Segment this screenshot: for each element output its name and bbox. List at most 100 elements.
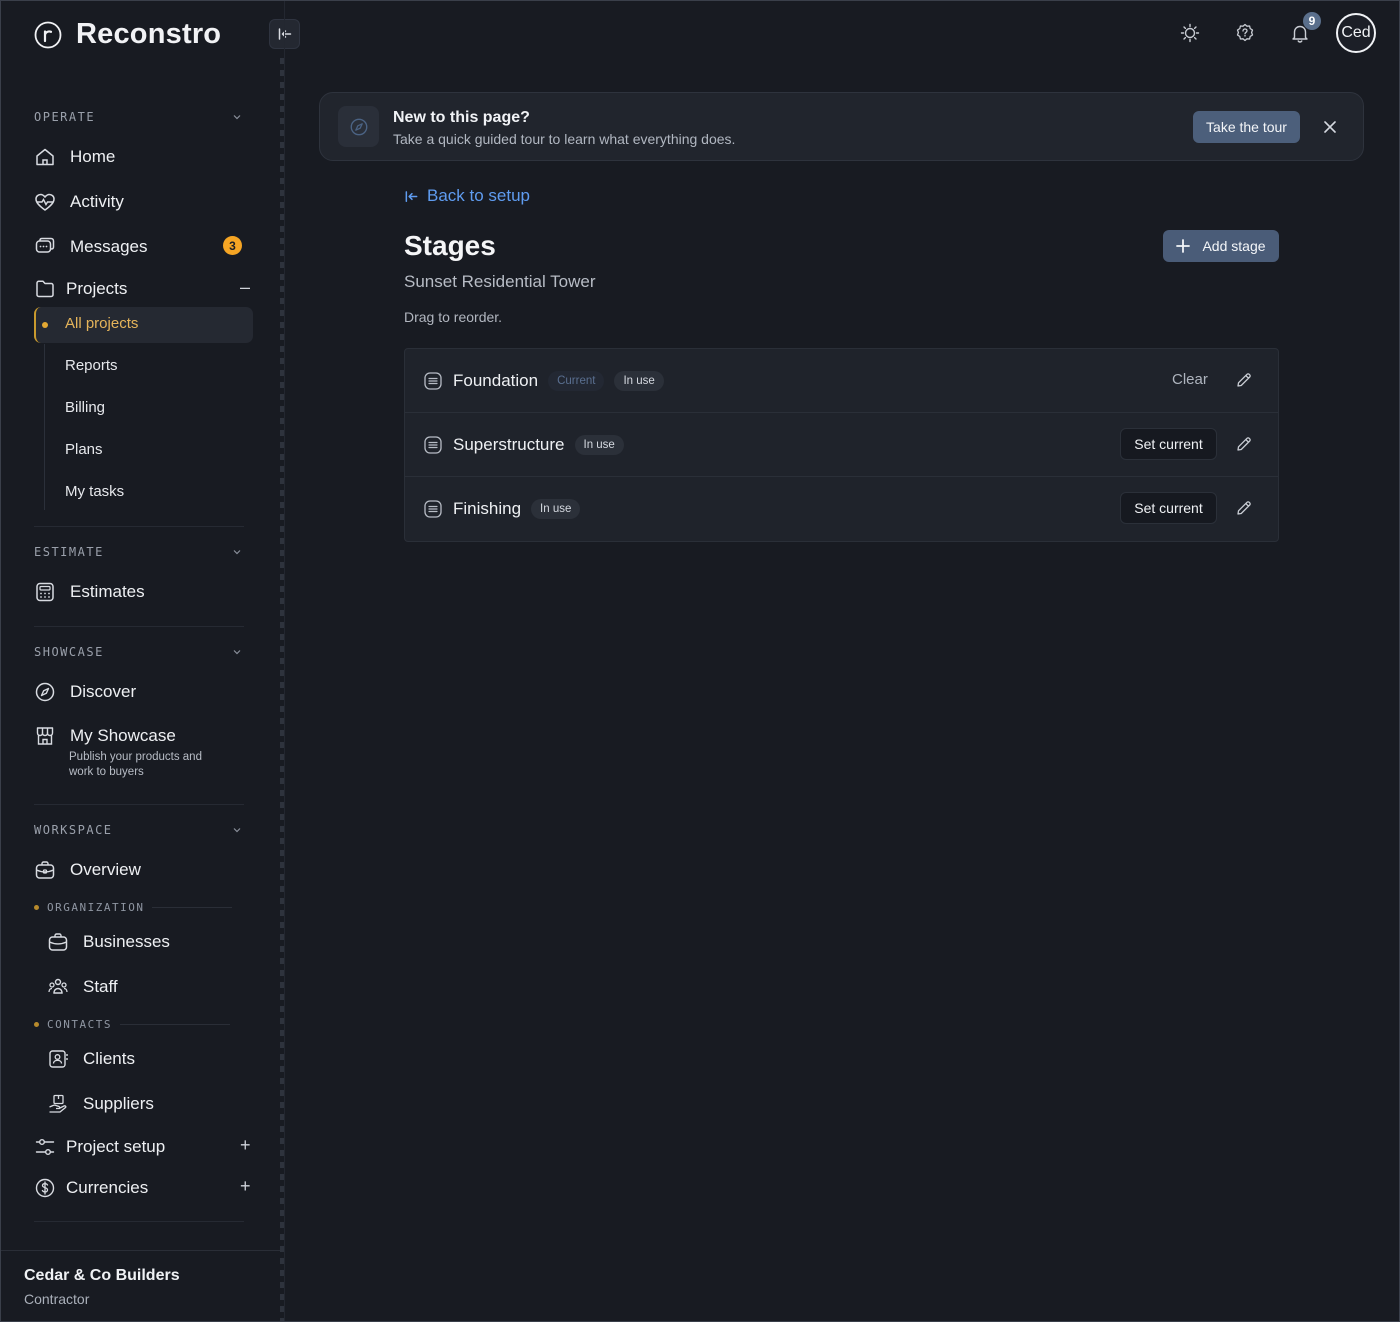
- stage-row[interactable]: Finishing In use Set current: [405, 477, 1278, 541]
- compass-icon: [350, 118, 367, 135]
- nav-all-projects-label[interactable]: All projects: [65, 315, 138, 332]
- group-line: [119, 1024, 230, 1025]
- banner-icon-box: [338, 106, 379, 147]
- my-showcase-description: Publish your products and work to buyers: [69, 751, 202, 778]
- divider: [34, 526, 244, 527]
- nav-my-showcase[interactable]: My Showcase: [34, 725, 176, 747]
- nav-suppliers-label: Suppliers: [83, 1094, 154, 1113]
- set-current-button[interactable]: Set current: [1120, 492, 1217, 524]
- logo-icon: [34, 21, 62, 48]
- group-organization-label: ORGANIZATION: [47, 901, 145, 914]
- nav-my-tasks[interactable]: My tasks: [65, 483, 124, 500]
- nav-businesses[interactable]: Businesses: [47, 931, 170, 953]
- company-name: Cedar & Co Builders: [24, 1267, 180, 1284]
- nav-project-setup[interactable]: Project setup: [34, 1136, 165, 1158]
- nav-discover-label: Discover: [70, 682, 137, 701]
- expand-project-setup-plus-icon[interactable]: +: [240, 1135, 251, 1156]
- nav-billing[interactable]: Billing: [65, 399, 105, 416]
- chevron-down-icon[interactable]: [232, 647, 242, 657]
- section-estimate: ESTIMATE: [34, 545, 104, 559]
- stage-row[interactable]: Foundation Current In use Clear: [405, 349, 1278, 413]
- drag-handle-icon[interactable]: [423, 435, 443, 455]
- sliders-icon: [35, 1139, 55, 1155]
- nav-messages-label: Messages: [70, 237, 148, 256]
- group-contacts: CONTACTS: [34, 1018, 230, 1031]
- nav-project-setup-label: Project setup: [66, 1137, 166, 1156]
- stage-row-left: Finishing In use: [423, 477, 581, 541]
- sidebar: Reconstro OPERATE Home Activity Messages…: [0, 0, 300, 1322]
- in-use-tag: In use: [531, 499, 581, 519]
- chevron-down-icon[interactable]: [232, 825, 242, 835]
- supplier-box-hand-icon: [49, 1094, 67, 1113]
- nav-overview[interactable]: Overview: [34, 859, 141, 881]
- briefcase-icon: [48, 933, 68, 951]
- nav-overview-label: Overview: [70, 860, 141, 879]
- section-showcase: SHOWCASE: [34, 645, 104, 659]
- nav-discover[interactable]: Discover: [34, 681, 136, 703]
- chevron-down-icon[interactable]: [232, 547, 242, 557]
- back-link-label: Back to setup: [427, 186, 531, 205]
- nav-clients[interactable]: Clients: [47, 1048, 135, 1070]
- close-icon[interactable]: [1321, 118, 1339, 136]
- section-workspace: WORKSPACE: [34, 823, 113, 837]
- divider: [34, 804, 244, 805]
- stage-name: Finishing: [453, 499, 522, 518]
- nav-activity[interactable]: Activity: [34, 191, 124, 213]
- pencil-icon[interactable]: [1235, 499, 1253, 517]
- in-use-tag: In use: [614, 371, 664, 391]
- app-logo[interactable]: Reconstro: [34, 18, 221, 51]
- group-organization: ORGANIZATION: [34, 901, 233, 914]
- help-icon[interactable]: [1234, 22, 1256, 44]
- active-dot: [42, 322, 48, 328]
- nav-reports[interactable]: Reports: [65, 357, 118, 374]
- users-icon: [48, 978, 68, 994]
- add-stage-button[interactable]: Add stage: [1163, 230, 1279, 262]
- notification-badge: 9: [1303, 12, 1321, 30]
- expand-currencies-plus-icon[interactable]: +: [240, 1176, 251, 1197]
- group-dot: [34, 1022, 39, 1027]
- stage-name: Superstructure: [453, 435, 565, 454]
- user-avatar[interactable]: Ced: [1336, 13, 1376, 53]
- folder-icon: [36, 280, 54, 298]
- nav-currencies[interactable]: Currencies: [34, 1177, 148, 1199]
- drag-handle-icon[interactable]: [423, 371, 443, 391]
- nav-projects-label: Projects: [66, 279, 128, 298]
- nav-estimates[interactable]: Estimates: [34, 581, 145, 603]
- nav-staff-label: Staff: [83, 977, 118, 996]
- compass-icon: [35, 682, 55, 702]
- take-tour-button[interactable]: Take the tour: [1193, 111, 1300, 143]
- clear-current-button[interactable]: Clear: [1172, 371, 1208, 388]
- plus-icon: [1176, 239, 1191, 253]
- pencil-icon[interactable]: [1235, 371, 1253, 389]
- drag-handle-icon[interactable]: [423, 499, 443, 519]
- sidebar-resize-handle[interactable]: [280, 58, 284, 1322]
- storefront-icon: [36, 727, 54, 745]
- nav-home[interactable]: Home: [34, 146, 115, 168]
- divider: [34, 1221, 244, 1222]
- messages-badge: 3: [223, 236, 242, 255]
- nav-currencies-label: Currencies: [66, 1178, 149, 1197]
- back-to-setup-link[interactable]: Back to setup: [404, 186, 530, 206]
- nav-billing-label: Billing: [65, 399, 106, 416]
- chevron-down-icon[interactable]: [232, 112, 242, 122]
- stage-row[interactable]: Superstructure In use Set current: [405, 413, 1278, 477]
- nav-staff[interactable]: Staff: [47, 976, 118, 998]
- home-icon: [36, 148, 54, 166]
- stage-list: Foundation Current In use Clear Superstr…: [404, 348, 1279, 542]
- sun-icon[interactable]: [1179, 22, 1201, 44]
- nav-messages[interactable]: Messages: [34, 236, 147, 258]
- nav-reports-label: Reports: [65, 357, 118, 374]
- nav-plans[interactable]: Plans: [65, 441, 103, 458]
- current-tag: Current: [548, 371, 605, 391]
- heart-pulse-icon: [35, 193, 55, 211]
- nav-suppliers[interactable]: Suppliers: [47, 1093, 154, 1115]
- in-use-tag: In use: [574, 435, 624, 455]
- pencil-icon[interactable]: [1235, 435, 1253, 453]
- nav-estimates-label: Estimates: [70, 582, 145, 601]
- collapse-projects-minus-icon[interactable]: –: [240, 277, 250, 298]
- tree-line: [44, 344, 45, 510]
- nav-projects[interactable]: Projects: [34, 278, 127, 300]
- set-current-button[interactable]: Set current: [1120, 428, 1217, 460]
- account-footer[interactable]: Cedar & Co Builders Contractor: [0, 1250, 284, 1322]
- banner-title: New to this page?: [393, 109, 530, 126]
